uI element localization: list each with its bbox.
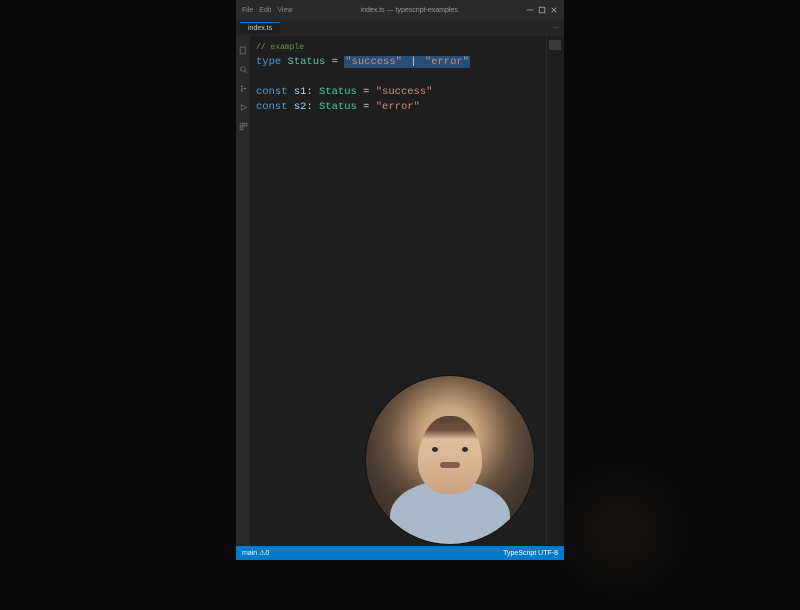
face-mouth: [440, 462, 460, 468]
code-line-3: const s1: Status = "success": [256, 85, 564, 100]
maximize-icon[interactable]: [538, 6, 546, 14]
webcam-reflection: [540, 450, 700, 610]
keyword-const: const: [256, 86, 294, 98]
titlebar-menu: File Edit View: [242, 7, 292, 14]
right-eye: [462, 447, 468, 452]
face-eyes: [432, 447, 468, 453]
close-icon[interactable]: [550, 6, 558, 14]
type-annotation: Status: [319, 101, 357, 113]
keyword-type: type: [256, 56, 288, 68]
minimap[interactable]: [546, 36, 564, 546]
menu-view[interactable]: View: [277, 7, 292, 14]
debug-icon[interactable]: [239, 99, 248, 108]
tab-index-ts[interactable]: index.ts: [240, 22, 280, 34]
assign-op: =: [357, 86, 376, 98]
var-s2: s2: [294, 101, 307, 113]
type-annotation: Status: [319, 86, 357, 98]
files-icon[interactable]: [239, 42, 248, 51]
window-title: index.ts — typescript-examples: [292, 7, 526, 14]
window-controls: [526, 6, 558, 14]
status-left[interactable]: main ⚠0: [242, 549, 269, 557]
search-icon[interactable]: [239, 61, 248, 70]
code-comment: // example: [256, 40, 564, 55]
presenter-webcam: [366, 376, 534, 544]
code-line-1: type Status = "success" | "error": [256, 55, 564, 70]
status-right[interactable]: TypeScript UTF-8: [503, 550, 558, 557]
status-bar: main ⚠0 TypeScript UTF-8: [236, 546, 564, 560]
var-s1: s1: [294, 86, 307, 98]
tab-overflow-icon[interactable]: ⋯: [553, 24, 560, 32]
blank-line: [256, 70, 564, 85]
menu-file[interactable]: File: [242, 7, 253, 14]
string-success: "success": [344, 56, 403, 68]
code-line-4: const s2: Status = "error": [256, 100, 564, 115]
string-value-error: "error": [376, 101, 420, 113]
union-pipe: |: [403, 56, 424, 68]
colon-op: :: [306, 101, 319, 113]
menu-edit[interactable]: Edit: [259, 7, 271, 14]
minimap-region: [549, 40, 561, 50]
keyword-const: const: [256, 101, 294, 113]
string-error: "error": [424, 56, 470, 68]
assign-op: =: [357, 101, 376, 113]
string-value-success: "success": [376, 86, 433, 98]
editor-tabs: index.ts ⋯: [236, 20, 564, 36]
left-eye: [432, 447, 438, 452]
minimize-icon[interactable]: [526, 6, 534, 14]
ext-icon[interactable]: [239, 118, 248, 127]
colon-op: :: [306, 86, 319, 98]
window-titlebar: File Edit View index.ts — typescript-exa…: [236, 0, 564, 20]
git-icon[interactable]: [239, 80, 248, 89]
equals-op: =: [325, 56, 344, 68]
activity-bar: [236, 36, 250, 546]
type-status: Status: [288, 56, 326, 68]
